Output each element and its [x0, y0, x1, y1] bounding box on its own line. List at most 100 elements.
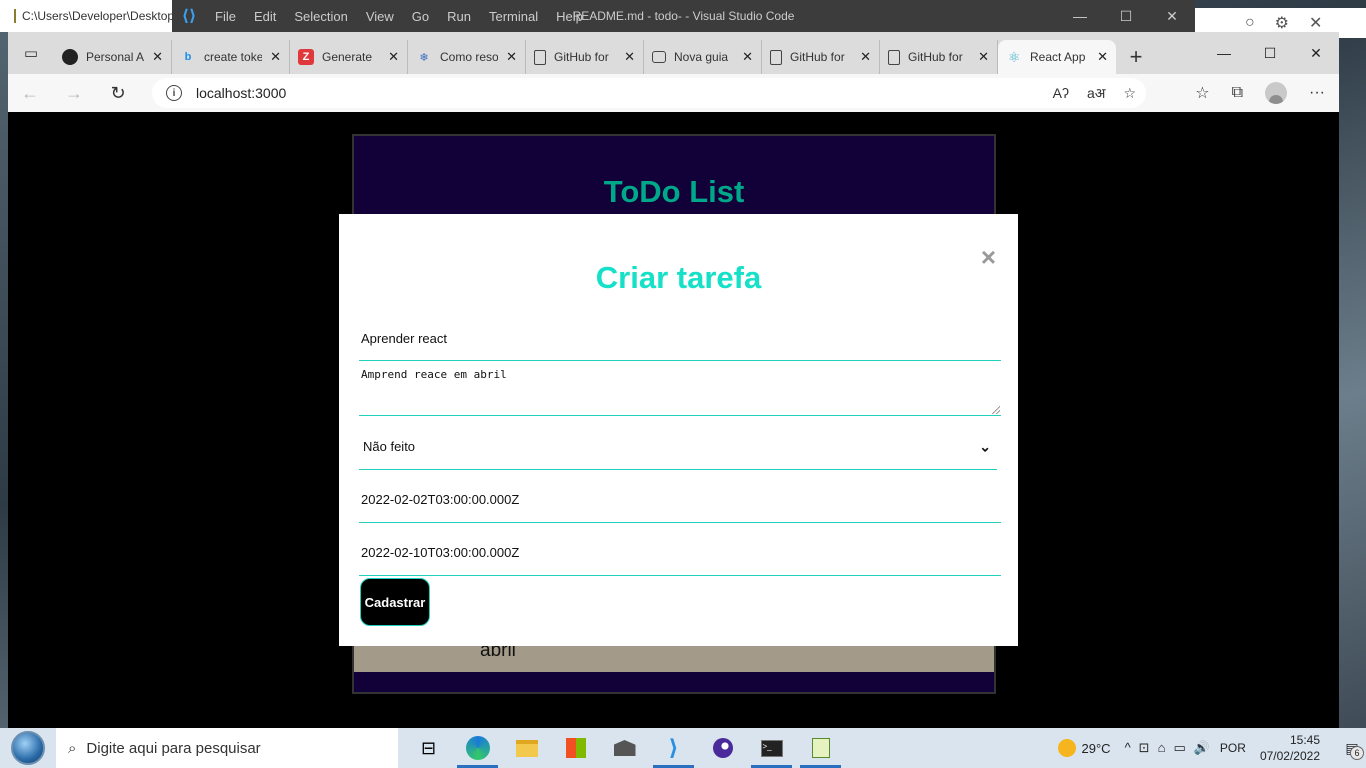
windows-start-icon [11, 731, 45, 765]
vscode-logo-icon: ⟨⟩ [181, 8, 197, 25]
forward-button[interactable]: → [52, 74, 96, 112]
tab-github-for-1[interactable]: GitHub for ✕ [526, 40, 644, 74]
read-aloud-icon[interactable]: Aʔ [1053, 85, 1069, 101]
info-icon[interactable]: i [166, 85, 182, 101]
browser-maximize-button[interactable]: ☐ [1247, 32, 1293, 74]
tab-github-for-2[interactable]: GitHub for ✕ [762, 40, 880, 74]
vscode-menu-help[interactable]: Help [547, 9, 592, 24]
vscode-close-button[interactable]: ✕ [1149, 0, 1195, 32]
tab-actions-icon[interactable]: ▭ [8, 32, 54, 74]
collections-icon[interactable]: ⧉ [1232, 84, 1243, 102]
tab-github-for-3[interactable]: GitHub for ✕ [880, 40, 998, 74]
taskbar-vscode[interactable]: ⟩ [649, 728, 698, 768]
modal-title: Criar tarefa [595, 260, 762, 295]
taskbar-mail[interactable] [600, 728, 649, 768]
tab-close-icon[interactable]: ✕ [388, 49, 399, 65]
start-button[interactable] [0, 728, 56, 768]
vscode-menu-edit[interactable]: Edit [245, 9, 285, 24]
tab-create-token[interactable]: b create token ✕ [172, 40, 290, 74]
window-icon [652, 51, 666, 63]
address-url[interactable]: localhost:3000 [196, 85, 286, 101]
vscode-menu-view[interactable]: View [357, 9, 403, 24]
notepad-title: C:\Users\Developer\Desktop [22, 9, 172, 23]
description-textarea[interactable]: Amprend reace em abril [359, 362, 1001, 416]
task-name-value: Aprender react [361, 331, 447, 346]
browser-tool-icons: ☆ ⧉ ··· [1195, 74, 1325, 112]
reload-button[interactable]: ↻ [96, 74, 140, 112]
end-date-input[interactable]: 2022-02-10T03:00:00.000Z [359, 529, 1001, 576]
taskbar-notepad[interactable] [796, 728, 845, 768]
page-icon [888, 49, 900, 65]
task-view-button[interactable]: ⊟ [404, 728, 453, 768]
browser-close-button[interactable]: ✕ [1293, 32, 1339, 74]
vscode-icon: ⟩ [668, 735, 679, 760]
back-button[interactable]: ← [8, 74, 52, 112]
taskbar-store[interactable] [551, 728, 600, 768]
clock[interactable]: 15:45 07/02/2022 [1260, 732, 1320, 764]
notepad-icon [14, 9, 16, 23]
tab-nova-guia[interactable]: Nova guia ✕ [644, 40, 762, 74]
tab-close-icon[interactable]: ✕ [270, 49, 281, 65]
search-placeholder: Digite aqui para pesquisar [86, 739, 261, 757]
taskbar-eclipse[interactable] [698, 728, 747, 768]
tab-close-icon[interactable]: ✕ [624, 49, 635, 65]
tab-close-icon[interactable]: ✕ [506, 49, 517, 65]
vscode-title-bar[interactable]: ⟨⟩ File Edit Selection View Go Run Termi… [172, 0, 1195, 32]
taskbar-search[interactable]: ⌕ Digite aqui para pesquisar [56, 728, 398, 768]
chevron-up-icon[interactable]: ^ [1125, 740, 1131, 756]
tab-como-resolver[interactable]: ❄ Como resolver ✕ [408, 40, 526, 74]
weather-widget[interactable]: 29°C [1057, 739, 1111, 757]
taskbar-terminal[interactable]: >_ [747, 728, 796, 768]
vscode-menu-run[interactable]: Run [438, 9, 480, 24]
new-tab-button[interactable]: + [1116, 40, 1156, 74]
tab-close-icon[interactable]: ✕ [1097, 49, 1108, 65]
start-date-input[interactable]: 2022-02-02T03:00:00.000Z [359, 476, 1001, 523]
end-date-value: 2022-02-10T03:00:00.000Z [361, 544, 520, 560]
resize-handle-icon[interactable] [992, 406, 1000, 414]
vscode-maximize-button[interactable]: ☐ [1103, 0, 1149, 32]
vscode-menu-file[interactable]: File [206, 9, 245, 24]
browser-window-controls: — ☐ ✕ [1201, 32, 1339, 74]
network-icon[interactable]: ▭ [1173, 740, 1185, 756]
tab-close-icon[interactable]: ✕ [152, 49, 163, 65]
browser-toolbar: ← → ↻ i localhost:3000 Aʔ aअ ☆ ☆ ⧉ ··· [8, 74, 1339, 112]
taskbar-file-explorer[interactable] [502, 728, 551, 768]
settings-menu-icon[interactable]: ··· [1309, 84, 1325, 102]
tab-react-app[interactable]: ⚛ React App ✕ [998, 40, 1116, 74]
submit-button[interactable]: Cadastrar [360, 578, 430, 626]
tab-generate[interactable]: Z Generate ✕ [290, 40, 408, 74]
app-title: ToDo List [603, 174, 745, 209]
profile-avatar[interactable] [1265, 82, 1288, 104]
input-language[interactable]: POR [1220, 741, 1246, 755]
page-icon [534, 49, 546, 65]
store-icon [565, 738, 586, 758]
tab-personal-access-tokens[interactable]: Personal Access Tokens ✕ [54, 40, 172, 74]
status-select[interactable]: Não feito ⌄ [359, 424, 997, 470]
browser-minimize-button[interactable]: — [1201, 32, 1247, 74]
add-favorite-icon[interactable]: ☆ [1123, 85, 1136, 102]
vscode-menu-terminal[interactable]: Terminal [480, 9, 547, 24]
tab-close-icon[interactable]: ✕ [742, 49, 753, 65]
volume-icon[interactable]: 🔊 [1194, 740, 1210, 756]
favorites-icon[interactable]: ☆ [1195, 83, 1209, 103]
tab-close-icon[interactable]: ✕ [860, 49, 871, 65]
vscode-minimize-button[interactable]: — [1057, 0, 1103, 32]
search-icon: ⌕ [68, 739, 77, 757]
tab-label: create token [204, 50, 263, 64]
translate-icon[interactable]: aअ [1087, 84, 1105, 103]
gear-icon: ⚙ [1274, 15, 1290, 32]
notepad-title-bar[interactable]: C:\Users\Developer\Desktop [0, 0, 172, 32]
task-name-input[interactable]: Aprender react [359, 317, 1001, 361]
meet-icon[interactable]: ⌂ [1158, 740, 1166, 756]
vscode-menu-go[interactable]: Go [403, 9, 438, 24]
device-icon[interactable]: ⊡ [1139, 740, 1150, 756]
notification-center-button[interactable]: ▤ 6 [1338, 728, 1366, 768]
address-bar[interactable]: i localhost:3000 Aʔ aअ ☆ [152, 78, 1146, 108]
tab-label: GitHub for [790, 50, 845, 64]
taskbar-edge[interactable] [453, 728, 502, 768]
tab-close-icon[interactable]: ✕ [978, 49, 989, 65]
chevron-down-icon: ⌄ [979, 438, 991, 454]
vscode-menu-selection[interactable]: Selection [285, 9, 356, 24]
tab-label: GitHub for [554, 50, 609, 64]
browser-window: ▭ Personal Access Tokens ✕ b create toke… [8, 32, 1339, 728]
